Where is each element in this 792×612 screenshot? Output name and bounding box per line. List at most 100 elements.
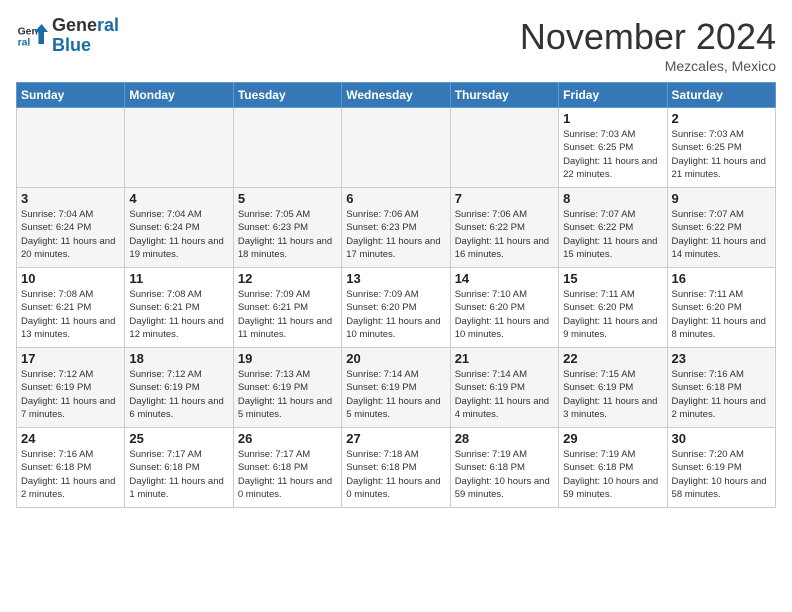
empty-cell [125,108,233,188]
day-info: Sunrise: 7:07 AM Sunset: 6:22 PM Dayligh… [672,208,771,261]
calendar-week-row: 17 Sunrise: 7:12 AM Sunset: 6:19 PM Dayli… [17,348,776,428]
day-info: Sunrise: 7:20 AM Sunset: 6:19 PM Dayligh… [672,448,771,501]
day-number: 15 [563,271,662,286]
col-header-sunday: Sunday [17,83,125,108]
day-info: Sunrise: 7:10 AM Sunset: 6:20 PM Dayligh… [455,288,554,341]
day-number: 6 [346,191,445,206]
day-cell: 15Sunrise: 7:11 AM Sunset: 6:20 PM Dayli… [559,268,667,348]
day-cell: 7Sunrise: 7:06 AM Sunset: 6:22 PM Daylig… [450,188,558,268]
day-cell: 19 Sunrise: 7:13 AM Sunset: 6:19 PM Dayli… [233,348,341,428]
calendar-week-row: 24Sunrise: 7:16 AM Sunset: 6:18 PM Dayli… [17,428,776,508]
day-cell: 11 Sunrise: 7:08 AM Sunset: 6:21 PM Dayli… [125,268,233,348]
day-number: 14 [455,271,554,286]
day-info: Sunrise: 7:13 AM Sunset: 6:19 PM Dayligh… [238,368,337,421]
day-info: Sunrise: 7:16 AM Sunset: 6:18 PM Dayligh… [672,368,771,421]
day-cell: 21 Sunrise: 7:14 AM Sunset: 6:19 PM Dayli… [450,348,558,428]
month-title: November 2024 [520,16,776,58]
day-cell: 17 Sunrise: 7:12 AM Sunset: 6:19 PM Dayli… [17,348,125,428]
day-number: 2 [672,111,771,126]
day-cell: 29 Sunrise: 7:19 AM Sunset: 6:18 PM Dayli… [559,428,667,508]
day-info: Sunrise: 7:19 AM Sunset: 6:18 PM Dayligh… [563,448,662,501]
day-info: Sunrise: 7:04 AM Sunset: 6:24 PM Dayligh… [21,208,120,261]
col-header-monday: Monday [125,83,233,108]
logo-text: General Blue [52,16,119,56]
calendar-week-row: 10 Sunrise: 7:08 AM Sunset: 6:21 PM Dayli… [17,268,776,348]
day-number: 12 [238,271,337,286]
day-cell: 8 Sunrise: 7:07 AM Sunset: 6:22 PM Daylig… [559,188,667,268]
day-number: 22 [563,351,662,366]
col-header-tuesday: Tuesday [233,83,341,108]
day-info: Sunrise: 7:08 AM Sunset: 6:21 PM Dayligh… [129,288,228,341]
empty-cell [450,108,558,188]
col-header-thursday: Thursday [450,83,558,108]
day-cell: 14 Sunrise: 7:10 AM Sunset: 6:20 PM Dayli… [450,268,558,348]
day-cell: 1 Sunrise: 7:03 AM Sunset: 6:25 PM Daylig… [559,108,667,188]
day-cell: 13 Sunrise: 7:09 AM Sunset: 6:20 PM Dayli… [342,268,450,348]
empty-cell [233,108,341,188]
day-cell: 27 Sunrise: 7:18 AM Sunset: 6:18 PM Dayli… [342,428,450,508]
day-cell: 20 Sunrise: 7:14 AM Sunset: 6:19 PM Dayli… [342,348,450,428]
day-number: 26 [238,431,337,446]
day-info: Sunrise: 7:18 AM Sunset: 6:18 PM Dayligh… [346,448,445,501]
day-info: Sunrise: 7:04 AM Sunset: 6:24 PM Dayligh… [129,208,228,261]
day-info: Sunrise: 7:17 AM Sunset: 6:18 PM Dayligh… [238,448,337,501]
day-number: 21 [455,351,554,366]
day-cell: 6 Sunrise: 7:06 AM Sunset: 6:23 PM Daylig… [342,188,450,268]
day-cell: 23 Sunrise: 7:16 AM Sunset: 6:18 PM Dayli… [667,348,775,428]
day-info: Sunrise: 7:12 AM Sunset: 6:19 PM Dayligh… [21,368,120,421]
day-cell: 3 Sunrise: 7:04 AM Sunset: 6:24 PM Daylig… [17,188,125,268]
day-info: Sunrise: 7:11 AM Sunset: 6:20 PM Dayligh… [672,288,771,341]
day-info: Sunrise: 7:07 AM Sunset: 6:22 PM Dayligh… [563,208,662,261]
day-cell: 2Sunrise: 7:03 AM Sunset: 6:25 PM Daylig… [667,108,775,188]
day-cell: 28 Sunrise: 7:19 AM Sunset: 6:18 PM Dayli… [450,428,558,508]
day-info: Sunrise: 7:17 AM Sunset: 6:18 PM Dayligh… [129,448,228,501]
day-cell: 5Sunrise: 7:05 AM Sunset: 6:23 PM Daylig… [233,188,341,268]
day-number: 9 [672,191,771,206]
day-number: 17 [21,351,120,366]
day-cell: 12Sunrise: 7:09 AM Sunset: 6:21 PM Dayli… [233,268,341,348]
empty-cell [17,108,125,188]
day-number: 29 [563,431,662,446]
day-number: 25 [129,431,228,446]
day-info: Sunrise: 7:09 AM Sunset: 6:20 PM Dayligh… [346,288,445,341]
day-info: Sunrise: 7:12 AM Sunset: 6:19 PM Dayligh… [129,368,228,421]
calendar-week-row: 3 Sunrise: 7:04 AM Sunset: 6:24 PM Daylig… [17,188,776,268]
day-number: 3 [21,191,120,206]
day-number: 28 [455,431,554,446]
day-number: 27 [346,431,445,446]
day-cell: 16 Sunrise: 7:11 AM Sunset: 6:20 PM Dayli… [667,268,775,348]
day-info: Sunrise: 7:03 AM Sunset: 6:25 PM Dayligh… [563,128,662,181]
day-number: 8 [563,191,662,206]
day-info: Sunrise: 7:14 AM Sunset: 6:19 PM Dayligh… [346,368,445,421]
day-number: 13 [346,271,445,286]
col-header-wednesday: Wednesday [342,83,450,108]
day-cell: 18Sunrise: 7:12 AM Sunset: 6:19 PM Dayli… [125,348,233,428]
empty-cell [342,108,450,188]
day-info: Sunrise: 7:05 AM Sunset: 6:23 PM Dayligh… [238,208,337,261]
day-cell: 26 Sunrise: 7:17 AM Sunset: 6:18 PM Dayli… [233,428,341,508]
day-number: 11 [129,271,228,286]
day-number: 1 [563,111,662,126]
day-cell: 10Sunrise: 7:08 AM Sunset: 6:21 PM Dayli… [17,268,125,348]
day-info: Sunrise: 7:14 AM Sunset: 6:19 PM Dayligh… [455,368,554,421]
day-number: 23 [672,351,771,366]
day-cell: 4 Sunrise: 7:04 AM Sunset: 6:24 PM Daylig… [125,188,233,268]
day-info: Sunrise: 7:19 AM Sunset: 6:18 PM Dayligh… [455,448,554,501]
day-number: 10 [21,271,120,286]
day-number: 24 [21,431,120,446]
logo-icon: Gene ral [16,20,48,52]
day-number: 20 [346,351,445,366]
logo: Gene ral General Blue [16,16,119,56]
calendar-header-row: SundayMondayTuesdayWednesdayThursdayFrid… [17,83,776,108]
calendar-table: SundayMondayTuesdayWednesdayThursdayFrid… [16,82,776,508]
location: Mezcales, Mexico [520,58,776,74]
title-block: November 2024 Mezcales, Mexico [520,16,776,74]
day-number: 19 [238,351,337,366]
day-number: 4 [129,191,228,206]
page-header: Gene ral General Blue November 2024 Mezc… [16,16,776,74]
day-cell: 30Sunrise: 7:20 AM Sunset: 6:19 PM Dayli… [667,428,775,508]
col-header-saturday: Saturday [667,83,775,108]
day-info: Sunrise: 7:06 AM Sunset: 6:23 PM Dayligh… [346,208,445,261]
day-info: Sunrise: 7:06 AM Sunset: 6:22 PM Dayligh… [455,208,554,261]
day-number: 16 [672,271,771,286]
